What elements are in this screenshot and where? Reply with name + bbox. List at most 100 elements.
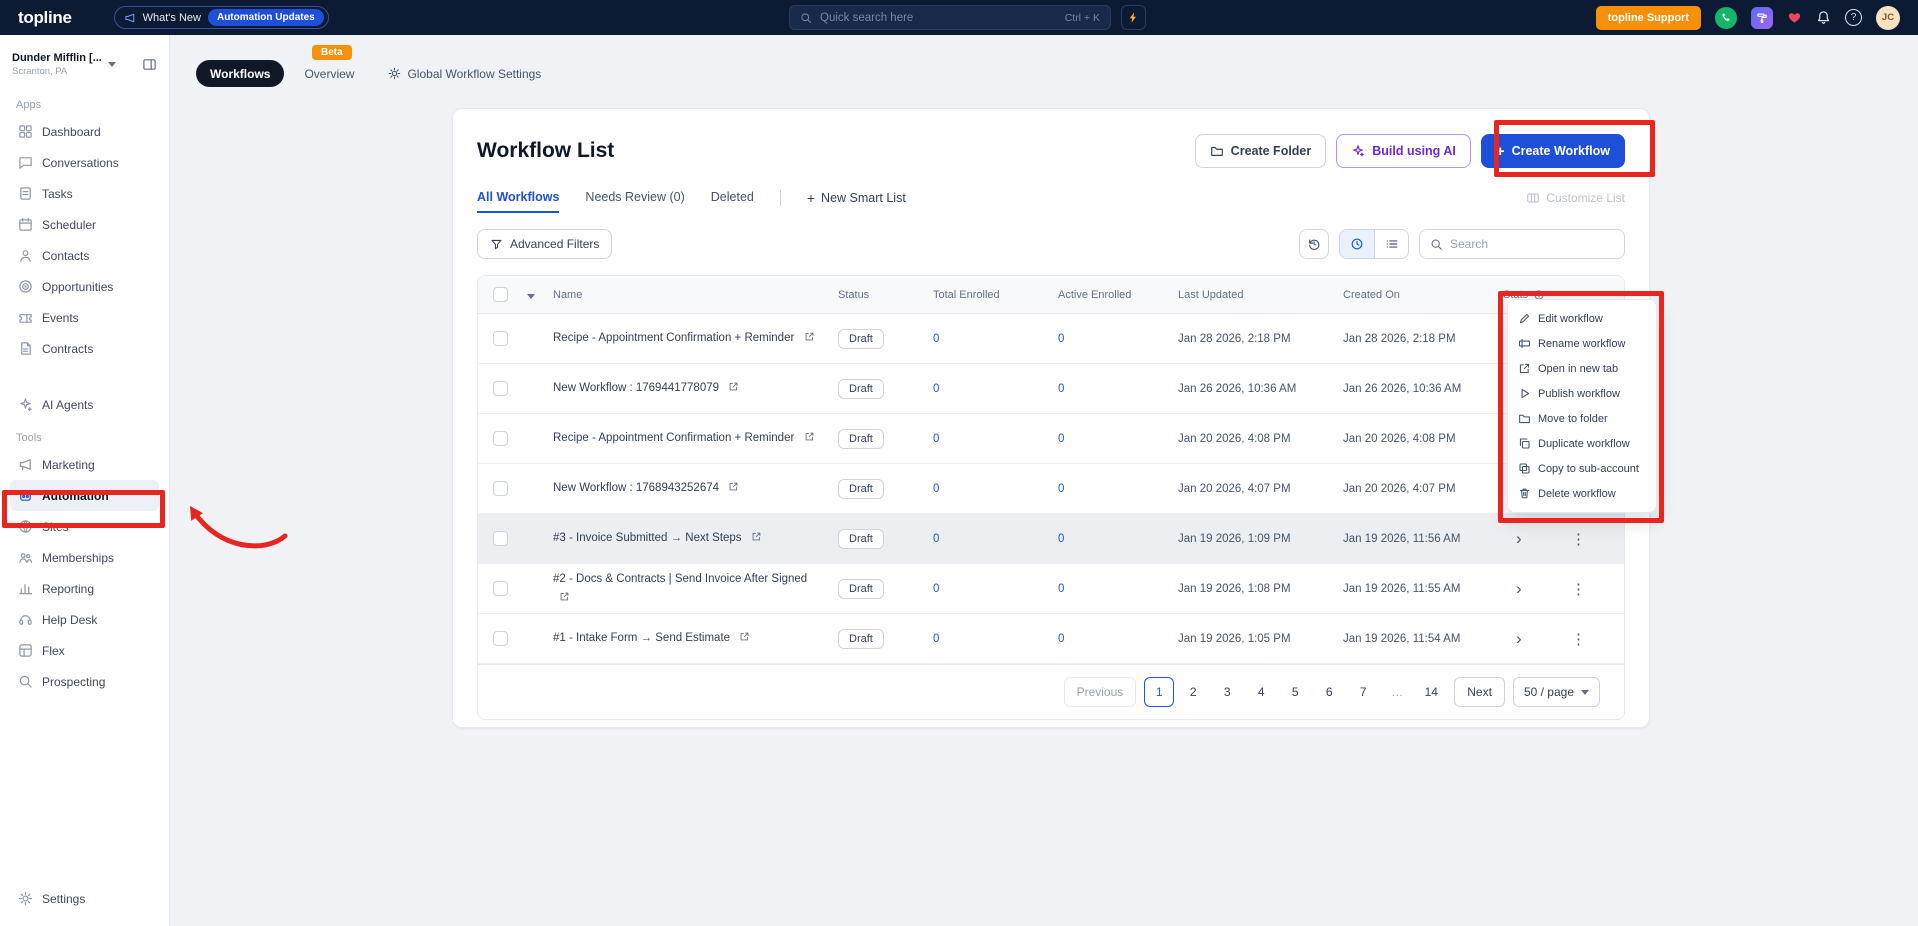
whats-new-pill[interactable]: What's New Automation Updates: [113, 6, 329, 29]
create-workflow-button[interactable]: + Create Workflow: [1480, 134, 1625, 168]
sidebar-item-ai-agents[interactable]: AI Agents: [10, 389, 159, 420]
global-search-input[interactable]: [820, 11, 1057, 24]
row-checkbox[interactable]: [492, 381, 508, 396]
external-link-icon[interactable]: [559, 591, 570, 602]
build-using-ai-button[interactable]: Build using AI: [1336, 134, 1471, 168]
clock-view-toggle[interactable]: [1340, 230, 1374, 258]
quick-actions-button[interactable]: [1121, 5, 1146, 30]
context-menu-item-delete-workflow[interactable]: Delete workflow: [1508, 481, 1656, 506]
collapse-sidebar-icon[interactable]: [142, 57, 157, 72]
workflow-name-cell[interactable]: New Workflow : 1768943252674: [548, 479, 833, 497]
total-enrolled-value[interactable]: 0: [933, 483, 939, 495]
avatar[interactable]: JC: [1876, 5, 1900, 30]
total-enrolled-value[interactable]: 0: [933, 333, 939, 345]
row-expand-chevron[interactable]: ›: [1516, 580, 1522, 597]
sidebar-item-scheduler[interactable]: Scheduler: [10, 209, 159, 240]
workflow-name-cell[interactable]: New Workflow : 1769441778079: [548, 379, 833, 397]
phone-icon[interactable]: [1715, 6, 1737, 29]
global-search[interactable]: Ctrl + K: [789, 5, 1111, 30]
heart-icon[interactable]: [1787, 10, 1802, 25]
context-menu-item-edit-workflow[interactable]: Edit workflow: [1508, 306, 1656, 331]
support-button[interactable]: topline Support: [1595, 5, 1701, 30]
external-link-icon[interactable]: [804, 331, 815, 342]
active-enrolled-value[interactable]: 0: [1058, 383, 1064, 395]
context-menu-item-move-to-folder[interactable]: Move to folder: [1508, 406, 1656, 431]
sidebar-item-contracts[interactable]: Contracts: [10, 333, 159, 364]
workflow-name[interactable]: Recipe - Appointment Confirmation + Remi…: [553, 432, 794, 444]
new-smart-list-button[interactable]: + New Smart List: [807, 190, 906, 206]
pagination-page-7[interactable]: 7: [1348, 677, 1378, 707]
history-button[interactable]: [1299, 229, 1329, 259]
pagination-previous[interactable]: Previous: [1063, 677, 1137, 707]
bell-icon[interactable]: [1816, 10, 1831, 25]
page-tab-overview[interactable]: Overview: [290, 60, 368, 87]
list-tab-deleted[interactable]: Deleted: [711, 183, 754, 213]
sidebar-item-settings[interactable]: Settings: [10, 883, 159, 914]
workflow-name[interactable]: New Workflow : 1768943252674: [553, 482, 719, 494]
sidebar-item-flex[interactable]: Flex: [10, 635, 159, 666]
total-enrolled-value[interactable]: 0: [933, 433, 939, 445]
advanced-filters-button[interactable]: Advanced Filters: [477, 229, 613, 259]
total-enrolled-value[interactable]: 0: [933, 583, 939, 595]
pagination-page-3[interactable]: 3: [1212, 677, 1242, 707]
workflow-name-cell[interactable]: #3 - Invoice Submitted → Next Steps: [548, 529, 833, 547]
sidebar-item-contacts[interactable]: Contacts: [10, 240, 159, 271]
context-menu-item-rename-workflow[interactable]: Rename workflow: [1508, 331, 1656, 356]
row-checkbox[interactable]: [492, 631, 508, 646]
active-enrolled-value[interactable]: 0: [1058, 333, 1064, 345]
context-menu-item-copy-to-sub-account[interactable]: Copy to sub-account: [1508, 456, 1656, 481]
pagination-page-14[interactable]: 14: [1416, 677, 1446, 707]
context-menu-item-publish-workflow[interactable]: Publish workflow: [1508, 381, 1656, 406]
row-checkbox[interactable]: [492, 431, 508, 446]
workflow-search-input[interactable]: [1450, 237, 1614, 251]
workflow-name[interactable]: #1 - Intake Form → Send Estimate: [553, 632, 730, 644]
sidebar-item-prospecting[interactable]: Prospecting: [10, 666, 159, 697]
sidebar-item-dashboard[interactable]: Dashboard: [10, 116, 159, 147]
list-tab-needs-review-0[interactable]: Needs Review (0): [585, 183, 684, 213]
workflow-name[interactable]: New Workflow : 1769441778079: [553, 382, 719, 394]
context-menu-item-duplicate-workflow[interactable]: Duplicate workflow: [1508, 431, 1656, 456]
external-link-icon[interactable]: [804, 431, 815, 442]
workflow-name-cell[interactable]: Recipe - Appointment Confirmation + Remi…: [548, 329, 833, 347]
page-tab-workflows[interactable]: Workflows: [196, 60, 285, 87]
workflow-search[interactable]: [1419, 229, 1625, 259]
active-enrolled-value[interactable]: 0: [1058, 633, 1064, 645]
sidebar-item-tasks[interactable]: Tasks: [10, 178, 159, 209]
page-tab-global-workflow-settings[interactable]: Global Workflow Settings: [374, 60, 555, 87]
active-enrolled-value[interactable]: 0: [1058, 433, 1064, 445]
total-enrolled-value[interactable]: 0: [933, 633, 939, 645]
external-link-icon[interactable]: [728, 381, 739, 392]
sidebar-item-marketing[interactable]: Marketing: [10, 449, 159, 480]
pagination-page-4[interactable]: 4: [1246, 677, 1276, 707]
expand-all-chevron-icon[interactable]: [527, 293, 535, 299]
workflow-name[interactable]: #3 - Invoice Submitted → Next Steps: [553, 532, 742, 544]
create-folder-button[interactable]: Create Folder: [1194, 134, 1327, 168]
external-link-icon[interactable]: [728, 481, 739, 492]
sidebar-item-events[interactable]: Events: [10, 302, 159, 333]
row-checkbox[interactable]: [492, 531, 508, 546]
row-checkbox[interactable]: [492, 581, 508, 596]
workflow-name-cell[interactable]: #2 - Docs & Contracts | Send Invoice Aft…: [548, 570, 833, 607]
pagination-page-1[interactable]: 1: [1144, 677, 1175, 707]
sidebar-item-automation[interactable]: Automation: [10, 480, 159, 511]
row-menu-kebab[interactable]: ⋮: [1571, 530, 1586, 548]
sidebar-item-opportunities[interactable]: Opportunities: [10, 271, 159, 302]
active-enrolled-value[interactable]: 0: [1058, 483, 1064, 495]
whats-new-badge[interactable]: Automation Updates: [207, 9, 324, 26]
list-tab-all-workflows[interactable]: All Workflows: [477, 183, 560, 213]
active-enrolled-value[interactable]: 0: [1058, 583, 1064, 595]
sidebar-item-conversations[interactable]: Conversations: [10, 147, 159, 178]
row-menu-kebab[interactable]: ⋮: [1571, 580, 1586, 598]
workflow-name[interactable]: Recipe - Appointment Confirmation + Remi…: [553, 332, 794, 344]
workflow-name[interactable]: #2 - Docs & Contracts | Send Invoice Aft…: [553, 573, 807, 585]
external-link-icon[interactable]: [751, 531, 762, 542]
pagination-page-5[interactable]: 5: [1280, 677, 1310, 707]
app-logo[interactable]: topline: [18, 8, 72, 28]
active-enrolled-value[interactable]: 0: [1058, 533, 1064, 545]
sidebar-item-memberships[interactable]: Memberships: [10, 542, 159, 573]
sidebar-item-help-desk[interactable]: Help Desk: [10, 604, 159, 635]
workflow-name-cell[interactable]: #1 - Intake Form → Send Estimate: [548, 629, 833, 647]
pagination-page-2[interactable]: 2: [1178, 677, 1208, 707]
account-switcher[interactable]: Dunder Mifflin [... Scranton, PA: [10, 43, 159, 87]
context-menu-item-open-in-new-tab[interactable]: Open in new tab: [1508, 356, 1656, 381]
